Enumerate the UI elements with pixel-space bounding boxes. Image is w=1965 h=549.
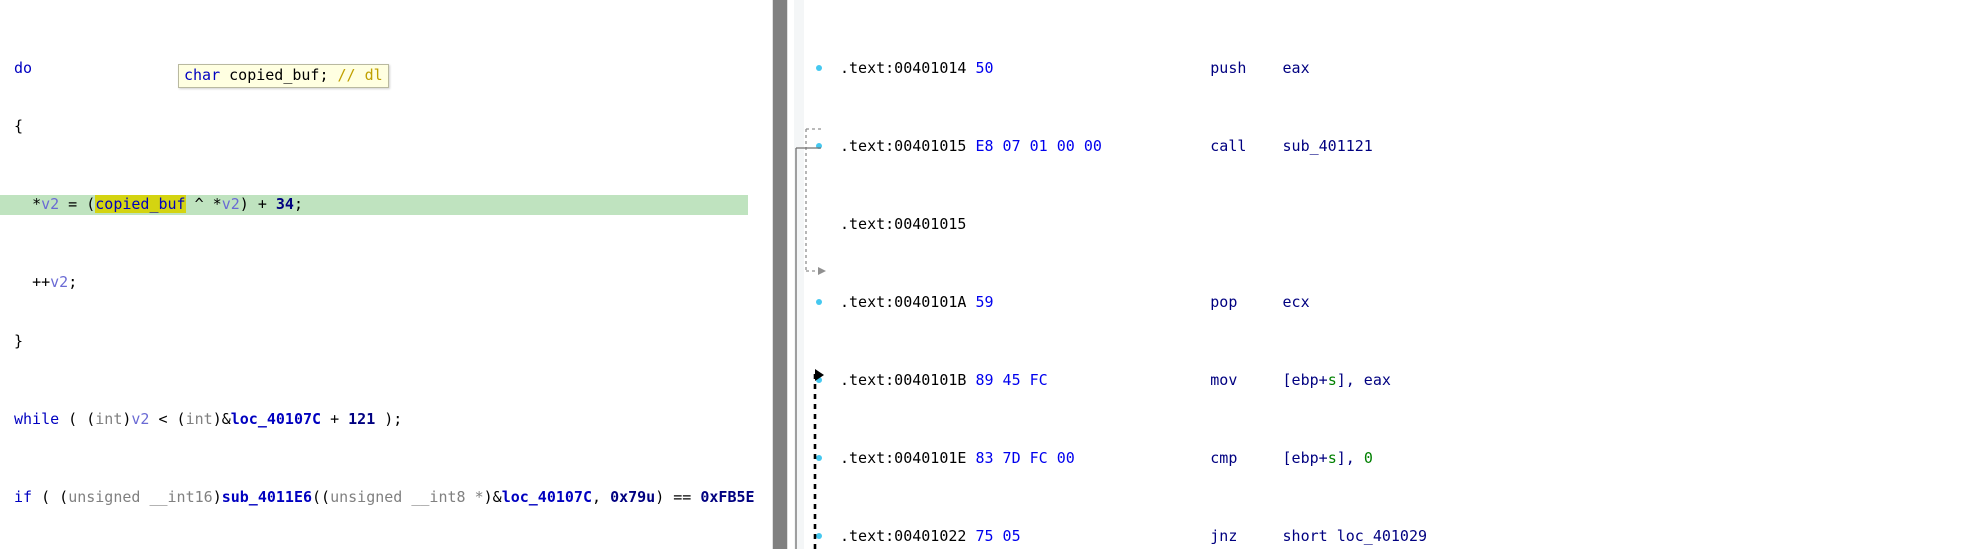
variable-tooltip: char copied_buf; // dl [178, 64, 389, 88]
code-line[interactable]: while ( (int)v2 < (int)&loc_40107C + 121… [0, 410, 758, 430]
disasm-row[interactable]: .text:0040101E 83 7D FC 00 cmp [ebp+s], … [794, 449, 1965, 469]
pseudocode-scrollbar[interactable] [772, 0, 788, 549]
breakpoint-dot-icon[interactable] [816, 376, 822, 383]
pseudocode-pane[interactable]: do { *v2 = (copied_buf ^ *v2) + 34; ++v2… [0, 0, 758, 549]
disasm-row[interactable]: .text:0040101B 89 45 FC mov [ebp+s], eax [794, 371, 1965, 391]
disassembly-lines[interactable]: .text:00401014 50 push eax .text:0040101… [794, 0, 1965, 549]
code-line[interactable]: { [0, 117, 758, 137]
disasm-row[interactable]: .text:00401015 [794, 215, 1965, 235]
breakpoint-dot-icon[interactable] [816, 532, 822, 539]
breakpoint-dot-icon[interactable] [816, 142, 822, 149]
code-line[interactable]: } [0, 332, 758, 352]
disasm-row[interactable]: .text:00401014 50 push eax [794, 59, 1965, 79]
breakpoint-dot-icon[interactable] [816, 298, 822, 305]
code-line-highlighted[interactable]: *v2 = (copied_buf ^ *v2) + 34; [0, 195, 748, 215]
breakpoint-dot-icon[interactable] [816, 64, 822, 71]
disasm-row[interactable]: .text:0040101A 59 pop ecx [794, 293, 1965, 313]
code-line[interactable]: if ( (unsigned __int16)sub_4011E6((unsig… [0, 488, 758, 508]
pseudocode-scrollbar-thumb[interactable] [773, 0, 787, 549]
disasm-row[interactable]: .text:00401015 E8 07 01 00 00 call sub_4… [794, 137, 1965, 157]
ida-dual-pane-window: do { *v2 = (copied_buf ^ *v2) + 34; ++v2… [0, 0, 1965, 549]
token-copied-buf[interactable]: copied_buf [95, 195, 186, 213]
breakpoint-dot-icon[interactable] [816, 454, 822, 461]
code-line[interactable]: ++v2; [0, 273, 758, 293]
disasm-row[interactable]: .text:00401022 75 05 jnz short loc_40102… [794, 527, 1965, 547]
pane-divider[interactable] [758, 0, 794, 549]
disassembly-pane[interactable]: .text:00401014 50 push eax .text:0040101… [794, 0, 1965, 549]
